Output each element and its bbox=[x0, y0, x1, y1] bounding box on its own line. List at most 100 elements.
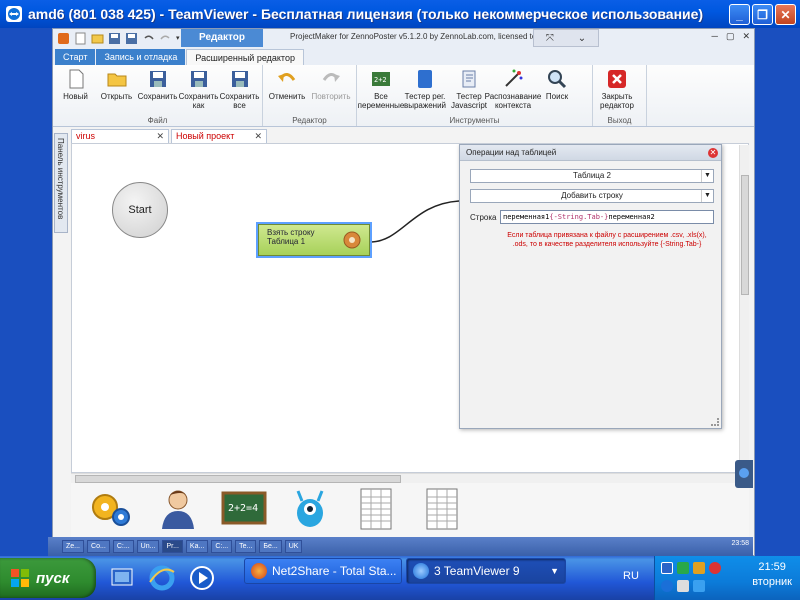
gears-icon bbox=[89, 489, 135, 532]
floppy-icon bbox=[188, 68, 210, 90]
redo-icon bbox=[320, 68, 342, 90]
chevron-down-icon[interactable]: ▾ bbox=[176, 34, 180, 42]
fullscreen-icon[interactable]: ⤧ bbox=[546, 33, 554, 44]
close-icon[interactable]: ✕ bbox=[156, 130, 164, 143]
network-icon[interactable] bbox=[661, 562, 673, 574]
volume-icon[interactable] bbox=[677, 580, 689, 592]
search-icon bbox=[546, 68, 568, 90]
chevron-down-icon[interactable]: ▼ bbox=[701, 190, 713, 202]
action-node-get-row[interactable]: Взять строку Таблица 1 bbox=[258, 224, 370, 256]
redo-icon[interactable] bbox=[159, 32, 172, 45]
app-minimize-button[interactable]: ─ bbox=[712, 31, 718, 42]
show-desktop-icon[interactable] bbox=[106, 562, 138, 594]
tool-virus[interactable] bbox=[281, 486, 339, 534]
ribbon-group-exit: Закрыть редактор Выход bbox=[593, 65, 647, 126]
project-canvas[interactable]: Start Взять строку Таблица 1 Операции на… bbox=[71, 143, 749, 473]
tool-variables[interactable]: 2+2=4 bbox=[215, 486, 273, 534]
taskbar-item-net2share[interactable]: Net2Share - Total Sta... bbox=[244, 558, 402, 584]
chalkboard-icon: 2+2=4 bbox=[221, 489, 267, 532]
clock[interactable]: 21:59 вторник bbox=[752, 560, 792, 590]
row-input[interactable]: переменная1{-String.Tab-}переменная2 bbox=[500, 210, 714, 224]
tool-table[interactable] bbox=[347, 486, 405, 534]
close-icon[interactable]: ✕ bbox=[708, 148, 718, 158]
doc-tab-new-project[interactable]: Новый проект ✕ bbox=[171, 129, 267, 143]
teamviewer-icon bbox=[413, 563, 429, 579]
new-icon[interactable] bbox=[74, 32, 87, 45]
ribbon-group-caption: Редактор bbox=[292, 116, 327, 125]
remote-task-item[interactable]: Pr... bbox=[162, 540, 183, 553]
close-icon[interactable]: ✕ bbox=[254, 130, 262, 143]
tool-settings[interactable] bbox=[83, 486, 141, 534]
tool-user[interactable] bbox=[149, 486, 207, 534]
remote-task-item[interactable]: Co... bbox=[87, 540, 110, 553]
app-maximize-button[interactable]: ▢ bbox=[726, 31, 735, 42]
user-icon bbox=[158, 487, 198, 534]
remote-task-item[interactable]: C:... bbox=[211, 540, 233, 553]
save-icon[interactable] bbox=[108, 32, 121, 45]
warning-icon[interactable] bbox=[693, 562, 705, 574]
resize-grip[interactable] bbox=[711, 418, 719, 426]
start-button[interactable]: пуск bbox=[0, 558, 96, 598]
undo-icon bbox=[276, 68, 298, 90]
vertical-scrollbar[interactable] bbox=[739, 145, 749, 461]
remote-clock: 23:58 bbox=[731, 540, 749, 547]
tab-record-debug[interactable]: Запись и отладка bbox=[96, 49, 186, 65]
script-icon bbox=[458, 68, 480, 90]
dialog-title: Операции над таблицей ✕ bbox=[460, 145, 721, 161]
remote-task-item[interactable]: Te... bbox=[235, 540, 257, 553]
app-title: ProjectMaker for ZennoPoster v5.1.2.0 by… bbox=[290, 32, 554, 41]
folder-icon bbox=[106, 68, 128, 90]
svg-text:2+2: 2+2 bbox=[374, 76, 387, 84]
horizontal-scrollbar[interactable] bbox=[71, 473, 739, 483]
language-indicator[interactable]: RU bbox=[623, 570, 639, 582]
start-node[interactable]: Start bbox=[112, 182, 168, 238]
doc-tab-virus[interactable]: virus ✕ bbox=[71, 129, 169, 143]
tool-table-2[interactable] bbox=[413, 486, 471, 534]
opera-icon[interactable] bbox=[709, 562, 721, 574]
variables-icon: 2+2 bbox=[370, 68, 392, 90]
remote-task-item[interactable]: Un... bbox=[136, 540, 160, 553]
wand-icon bbox=[502, 68, 524, 90]
scroll-thumb[interactable] bbox=[741, 175, 749, 295]
app-close-button[interactable]: ✕ bbox=[742, 31, 750, 42]
internet-explorer-icon[interactable] bbox=[146, 562, 178, 594]
undo-icon[interactable] bbox=[142, 32, 155, 45]
ribbon-group-caption: Выход bbox=[607, 116, 632, 125]
table-icon bbox=[424, 487, 460, 534]
teamviewer-panel-toggle[interactable]: ⤧ ⌄ bbox=[533, 29, 599, 47]
remote-task-item[interactable]: C:... bbox=[112, 540, 134, 553]
remote-language[interactable]: UK bbox=[284, 540, 303, 553]
teamviewer-side-control[interactable] bbox=[735, 460, 753, 488]
chevron-down-icon[interactable]: ⌄ bbox=[578, 33, 586, 44]
remote-task-item[interactable]: Ka... bbox=[185, 540, 209, 553]
minimize-button[interactable]: _ bbox=[729, 4, 750, 25]
taskbar-item-teamviewer[interactable]: 3 TeamViewer 9 ▼ bbox=[406, 558, 566, 584]
antivirus-icon[interactable] bbox=[677, 562, 689, 574]
ribbon-tabs: Редактор Старт Запись и отладка Расширен… bbox=[53, 29, 754, 65]
open-icon[interactable] bbox=[91, 32, 104, 45]
table-icon bbox=[358, 487, 394, 534]
ribbon-group-file: Новый Открыть Сохранить Сохранить как Со… bbox=[53, 65, 263, 126]
app-logo-icon bbox=[57, 32, 70, 45]
remote-task-item[interactable]: Ze... bbox=[62, 540, 85, 553]
save-all-icon[interactable] bbox=[125, 32, 138, 45]
window-title: amd6 (801 038 425) - TeamViewer - Беспла… bbox=[28, 6, 704, 22]
media-player-icon[interactable] bbox=[186, 562, 218, 594]
close-button[interactable]: ✕ bbox=[775, 4, 796, 25]
regex-icon bbox=[414, 68, 436, 90]
teamviewer-icon bbox=[6, 6, 22, 22]
remote-task-item[interactable]: Бе... bbox=[259, 540, 282, 553]
bluetooth-icon[interactable] bbox=[661, 580, 673, 592]
table-select[interactable]: Таблица 2 ▼ bbox=[470, 169, 714, 183]
close-icon bbox=[606, 68, 628, 90]
tab-start[interactable]: Старт bbox=[55, 49, 96, 65]
maximize-button[interactable]: ❐ bbox=[752, 4, 773, 25]
chevron-down-icon[interactable]: ▼ bbox=[701, 170, 713, 182]
ribbon-context-label: Редактор bbox=[181, 29, 263, 47]
tab-advanced-editor[interactable]: Расширенный редактор bbox=[186, 49, 304, 65]
toolbox-side-panel[interactable]: Панель инструментов bbox=[54, 133, 68, 233]
teamviewer-tray-icon[interactable] bbox=[693, 580, 705, 592]
quick-access-bar: ▾ ProjectMaker for ZennoPoster v5.1.2.0 … bbox=[53, 29, 754, 47]
scroll-thumb[interactable] bbox=[75, 475, 401, 483]
operation-select[interactable]: Добавить строку ▼ bbox=[470, 189, 714, 203]
